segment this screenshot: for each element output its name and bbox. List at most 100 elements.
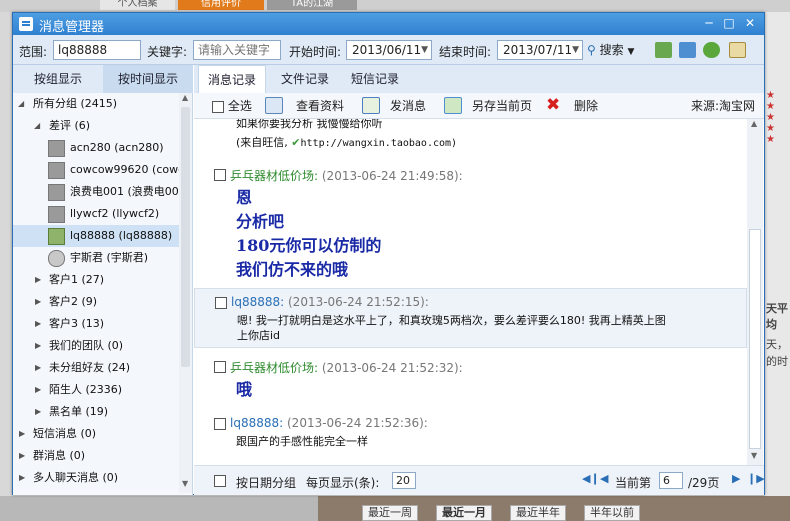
- tree-group[interactable]: ▶ 客户1 (27): [13, 269, 179, 291]
- tab-message-records[interactable]: 消息记录: [198, 65, 266, 93]
- tree-group[interactable]: ▶ 陌生人 (2336): [13, 379, 179, 401]
- tab-sms-records[interactable]: 短信记录: [340, 65, 410, 93]
- tree-bad-reviews[interactable]: ◢ 差评 (6): [13, 115, 179, 137]
- tree-all-groups[interactable]: ◢ 所有分组 (2415): [13, 93, 179, 115]
- view-profile-button[interactable]: 查看资料: [296, 98, 344, 114]
- tree-contact[interactable]: acn280 (acn280): [13, 137, 179, 159]
- next-page-icon[interactable]: ▶: [732, 472, 740, 485]
- scroll-up-icon[interactable]: ▲: [751, 119, 757, 128]
- send-message-button[interactable]: 发消息: [390, 98, 426, 114]
- avatar: [48, 228, 65, 245]
- tab-file-records[interactable]: 文件记录: [270, 65, 340, 93]
- left-scrollbar[interactable]: ▲ ▼: [179, 93, 192, 493]
- tree-group[interactable]: ▶ 黑名单 (19): [13, 401, 179, 423]
- right-panel: 消息记录 文件记录 短信记录 全选 查看资料 发消息 另存当前页 ✖ 删除 来源…: [194, 65, 765, 495]
- tree-group[interactable]: ▶ 客户2 (9): [13, 291, 179, 313]
- partial-message-line: 如果你要我分析 我慢慢给你听: [236, 119, 383, 130]
- window-title: 消息管理器: [39, 20, 105, 35]
- save-page-button[interactable]: 另存当前页: [472, 98, 532, 114]
- message-item-highlighted: lq88888: (2013-06-24 21:52:15): 嗯! 我一打就明…: [194, 288, 747, 348]
- first-page-icon[interactable]: ◀❙: [582, 472, 600, 485]
- scroll-down-icon[interactable]: ▼: [751, 451, 757, 460]
- expand-icon: ◢: [34, 121, 41, 130]
- send-message-icon[interactable]: [362, 97, 380, 114]
- tree-group[interactable]: ▶ 未分组好友 (24): [13, 357, 179, 379]
- tree-label: 客户3 (13): [49, 317, 105, 330]
- range-input[interactable]: [53, 40, 141, 60]
- message-item: lq88888: (2013-06-24 21:52:36): 跟国产的手感性能…: [194, 416, 747, 456]
- sender-name: lq88888:: [231, 295, 285, 309]
- tree-multichat-messages[interactable]: ▶ 多人聊天消息 (0): [13, 467, 179, 489]
- collapse-icon: ▶: [35, 407, 42, 416]
- message-line: 我们仿不来的哦: [236, 260, 349, 279]
- tree-label: 陌生人 (2336): [49, 383, 123, 396]
- message-checkbox[interactable]: [214, 361, 226, 373]
- tree-group[interactable]: ▶ 我们的团队 (0): [13, 335, 179, 357]
- close-icon[interactable]: ✕: [742, 16, 758, 30]
- tree-contact[interactable]: cowcow99620 (cowcow: [13, 159, 179, 181]
- avatar: [48, 162, 65, 179]
- tree-group-messages[interactable]: ▶ 群消息 (0): [13, 445, 179, 467]
- title-bar[interactable]: 消息管理器 ─ □ ✕: [13, 13, 764, 35]
- period-week-button[interactable]: 最近一周: [362, 505, 418, 521]
- scroll-up-icon[interactable]: ▲: [182, 93, 188, 102]
- pagination-footer: 按日期分组 每页显示(条): 20 ◀❙ ◀ 当前第 6 /29页 ▶ ❙▶: [194, 465, 765, 495]
- left-scroll-thumb[interactable]: [181, 107, 190, 367]
- tree-label: 差评 (6): [49, 119, 91, 132]
- search-icon: ⚲: [587, 43, 596, 57]
- filter-bar: 范围: 关键字: 开始时间: 2013/06/11▼ 结束时间: 2013/07…: [13, 35, 764, 65]
- period-month-button[interactable]: 最近一月: [436, 505, 492, 521]
- group-by-date-checkbox[interactable]: [214, 475, 226, 487]
- message-scrollbar[interactable]: ▲ ▼: [747, 119, 763, 465]
- per-page-input[interactable]: 20: [392, 472, 416, 489]
- delete-button[interactable]: 删除: [574, 98, 598, 114]
- start-date-value: 2013/06/11: [352, 43, 422, 57]
- checkbox[interactable]: [212, 100, 224, 113]
- tab-by-group[interactable]: 按组显示: [13, 65, 103, 93]
- select-all-checkbox[interactable]: 全选: [212, 98, 252, 114]
- message-checkbox[interactable]: [214, 418, 226, 430]
- start-date-picker[interactable]: 2013/06/11 ▼: [346, 40, 432, 60]
- last-page-icon[interactable]: ❙▶: [747, 472, 765, 485]
- scroll-down-icon[interactable]: ▼: [182, 479, 188, 488]
- tab-by-time[interactable]: 按时间显示: [103, 65, 193, 93]
- tree-sms-messages[interactable]: ▶ 短信消息 (0): [13, 423, 179, 445]
- keyword-input[interactable]: [193, 40, 281, 60]
- message-list: 如果你要我分析 我慢慢给你听 (来自旺信, ✔http://wangxin.ta…: [194, 119, 747, 465]
- message-item: 乒乓器材低价场: (2013-06-24 21:52:32): 哦: [194, 359, 747, 399]
- message-header: 乒乓器材低价场: (2013-06-24 21:52:32):: [230, 359, 463, 376]
- notes-icon[interactable]: [729, 42, 746, 58]
- tree-contact[interactable]: llywcf2 (llywcf2): [13, 203, 179, 225]
- save-page-icon[interactable]: [444, 97, 462, 114]
- delete-icon[interactable]: ✖: [546, 95, 560, 115]
- prev-page-icon[interactable]: ◀: [600, 472, 608, 485]
- message-scroll-thumb[interactable]: [749, 229, 761, 449]
- bg-tab-jianghu: TA的江湖: [267, 0, 357, 10]
- collapse-icon: ▶: [35, 363, 42, 372]
- message-checkbox[interactable]: [214, 169, 226, 181]
- current-page-input[interactable]: 6: [659, 472, 683, 489]
- profile-card-icon[interactable]: [265, 97, 283, 114]
- export-icon[interactable]: [679, 42, 696, 58]
- tree-label: 未分组好友 (24): [49, 361, 131, 374]
- collapse-icon: ▶: [35, 275, 42, 284]
- tree-contact-selected[interactable]: lq88888 (lq88888): [13, 225, 179, 247]
- period-half-year-button[interactable]: 最近半年: [510, 505, 566, 521]
- message-checkbox[interactable]: [215, 297, 227, 309]
- import-icon[interactable]: [655, 42, 672, 58]
- tree-contact[interactable]: 浪费电001 (浪费电00: [13, 181, 179, 203]
- bg-fragment-2: 天，: [766, 338, 788, 351]
- minimize-icon[interactable]: ─: [701, 16, 717, 30]
- period-earlier-button[interactable]: 半年以前: [584, 505, 640, 521]
- tree-group[interactable]: ▶ 客户3 (13): [13, 313, 179, 335]
- collapse-icon: ▶: [19, 451, 26, 460]
- end-date-picker[interactable]: 2013/07/11 ▼: [497, 40, 583, 60]
- search-button[interactable]: ⚲ 搜索 ▼: [587, 41, 634, 59]
- sender-name: 乒乓器材低价场:: [230, 361, 319, 375]
- maximize-icon[interactable]: □: [721, 16, 737, 30]
- wangxin-link[interactable]: http://wangxin.taobao.com): [301, 138, 458, 149]
- refresh-icon[interactable]: [703, 42, 720, 58]
- collapse-icon: ▶: [19, 429, 26, 438]
- tree-label: 宇斯君 (宇斯君): [70, 251, 149, 264]
- tree-contact[interactable]: 宇斯君 (宇斯君): [13, 247, 179, 269]
